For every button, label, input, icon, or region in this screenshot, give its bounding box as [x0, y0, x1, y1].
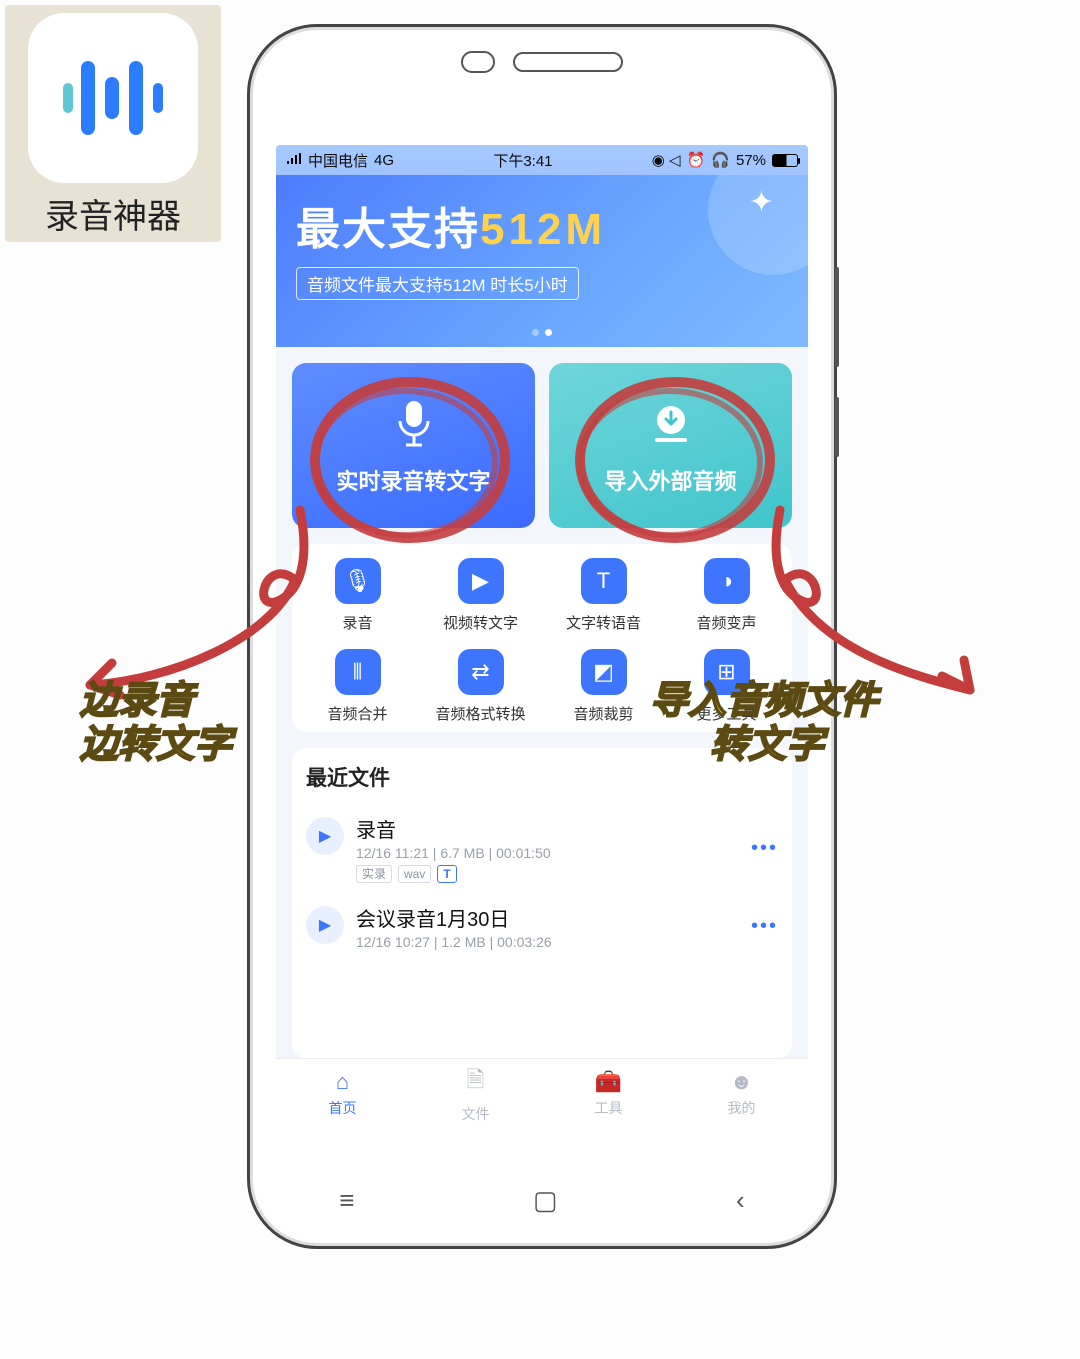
home-key[interactable]: ▢: [533, 1185, 558, 1216]
file-tag: wav: [398, 865, 431, 883]
banner-pager: [276, 323, 808, 341]
record-to-text-card[interactable]: 实时录音转文字: [292, 363, 535, 528]
wave-icon: ◑: [704, 558, 750, 604]
file-tag: 实录: [356, 865, 392, 883]
tool-label: 文字转语音: [566, 612, 641, 633]
play-button[interactable]: ▶: [306, 906, 344, 944]
mic-icon: [386, 396, 442, 452]
tool-more[interactable]: ⊞ 更多工具: [665, 649, 788, 724]
tool-label: 音频合并: [327, 703, 387, 724]
home-icon: ⌂: [336, 1069, 349, 1095]
tool-trim[interactable]: ◩ 音频裁剪: [542, 649, 665, 724]
file-meta: 12/16 10:27 | 1.2 MB | 00:03:26: [356, 934, 739, 950]
tool-video-to-text[interactable]: ▶ 视频转文字: [419, 558, 542, 633]
avatar-icon: ☻: [730, 1069, 753, 1095]
file-icon: 🗎: [467, 1063, 485, 1101]
recent-title: 最近文件: [306, 762, 778, 792]
import-audio-card[interactable]: 导入外部音频: [549, 363, 792, 528]
merge-icon: ⫴: [335, 649, 381, 695]
annotation-left: 边录音 边转文字: [80, 680, 232, 767]
network-label: 4G: [374, 152, 394, 169]
nav-home[interactable]: ⌂ 首页: [276, 1059, 409, 1128]
video-icon: ▶: [458, 558, 504, 604]
tool-text-to-speech[interactable]: T 文字转语音: [542, 558, 665, 633]
status-bar: 中国电信 4G 下午3:41 ◉ ◁ ⏰ 🎧 57%: [276, 145, 808, 175]
mic-icon: 🎙: [335, 558, 381, 604]
file-row[interactable]: ▶ 录音 12/16 11:21 | 6.7 MB | 00:01:50 实录 …: [306, 804, 778, 893]
file-row[interactable]: ▶ 会议录音1月30日 12/16 10:27 | 1.2 MB | 00:03…: [306, 893, 778, 960]
camera-cutout: [461, 51, 495, 73]
phone-frame: 中国电信 4G 下午3:41 ◉ ◁ ⏰ 🎧 57% ✦ 最大支持512M 音频…: [247, 24, 837, 1249]
tool-record[interactable]: 🎙 录音: [296, 558, 419, 633]
tool-label: 音频格式转换: [435, 703, 525, 724]
card-label: 导入外部音频: [604, 464, 736, 496]
nav-label: 首页: [329, 1098, 357, 1118]
tool-merge[interactable]: ⫴ 音频合并: [296, 649, 419, 724]
card-label: 实时录音转文字: [336, 464, 490, 496]
recent-files-section: 最近文件 ▶ 录音 12/16 11:21 | 6.7 MB | 00:01:5…: [292, 748, 792, 1058]
grid-icon: ⊞: [704, 649, 750, 695]
tool-label: 音频变声: [696, 612, 756, 633]
tool-voice-change[interactable]: ◑ 音频变声: [665, 558, 788, 633]
banner-subtitle: 音频文件最大支持512M 时长5小时: [296, 267, 579, 300]
more-button[interactable]: •••: [751, 915, 778, 938]
time-label: 下午3:41: [493, 150, 552, 171]
nav-tools[interactable]: 🧰 工具: [542, 1059, 675, 1128]
tool-label: 更多工具: [696, 703, 756, 724]
app-name-label: 录音神器: [13, 189, 213, 238]
tool-label: 音频裁剪: [573, 703, 633, 724]
toolbox-icon: 🧰: [595, 1069, 622, 1095]
crop-icon: ◩: [581, 649, 627, 695]
nav-label: 工具: [595, 1098, 623, 1118]
tool-label: 视频转文字: [443, 612, 518, 633]
nav-files[interactable]: 🗎 文件: [409, 1059, 542, 1128]
headphone-icon: 🎧: [711, 151, 730, 169]
sparkle-icon: ✦: [749, 185, 774, 220]
banner-title-accent: 512M: [480, 205, 606, 254]
screen: 中国电信 4G 下午3:41 ◉ ◁ ⏰ 🎧 57% ✦ 最大支持512M 音频…: [276, 145, 808, 1128]
nav-me[interactable]: ☻ 我的: [675, 1059, 808, 1128]
speaker-cutout: [513, 52, 623, 72]
convert-icon: ⇄: [458, 649, 504, 695]
download-icon: [643, 396, 699, 452]
tool-grid: 🎙 录音 ▶ 视频转文字 T 文字转语音 ◑ 音频变声 ⫴ 音频合并 ⇄ 音频格…: [292, 544, 792, 732]
carrier-label: 中国电信: [308, 150, 368, 171]
battery-icon: [772, 154, 798, 167]
alarm-icon: ⏰: [687, 151, 706, 169]
nav-label: 文件: [462, 1104, 490, 1124]
tool-label: 录音: [342, 612, 372, 633]
file-tag: T: [437, 865, 456, 883]
banner-title-main: 最大支持: [296, 205, 480, 254]
recents-key[interactable]: ≡: [339, 1185, 354, 1216]
play-button[interactable]: ▶: [306, 817, 344, 855]
location-icon: ◉ ◁: [652, 151, 681, 169]
nav-label: 我的: [728, 1098, 756, 1118]
tool-convert[interactable]: ⇄ 音频格式转换: [419, 649, 542, 724]
android-nav-bar: ≡ ▢ ‹: [250, 1185, 834, 1216]
back-key[interactable]: ‹: [736, 1185, 745, 1216]
text-icon: T: [581, 558, 627, 604]
app-launcher[interactable]: 录音神器: [5, 5, 221, 242]
promo-banner[interactable]: ✦ 最大支持512M 音频文件最大支持512M 时长5小时: [276, 175, 808, 347]
battery-percent: 57%: [736, 152, 766, 169]
file-meta: 12/16 11:21 | 6.7 MB | 00:01:50: [356, 845, 739, 861]
file-name: 会议录音1月30日: [356, 903, 739, 932]
app-icon: [28, 13, 198, 183]
file-name: 录音: [356, 814, 739, 843]
bottom-nav: ⌂ 首页 🗎 文件 🧰 工具 ☻ 我的: [276, 1058, 808, 1128]
signal-icon: [286, 152, 302, 169]
more-button[interactable]: •••: [751, 837, 778, 860]
